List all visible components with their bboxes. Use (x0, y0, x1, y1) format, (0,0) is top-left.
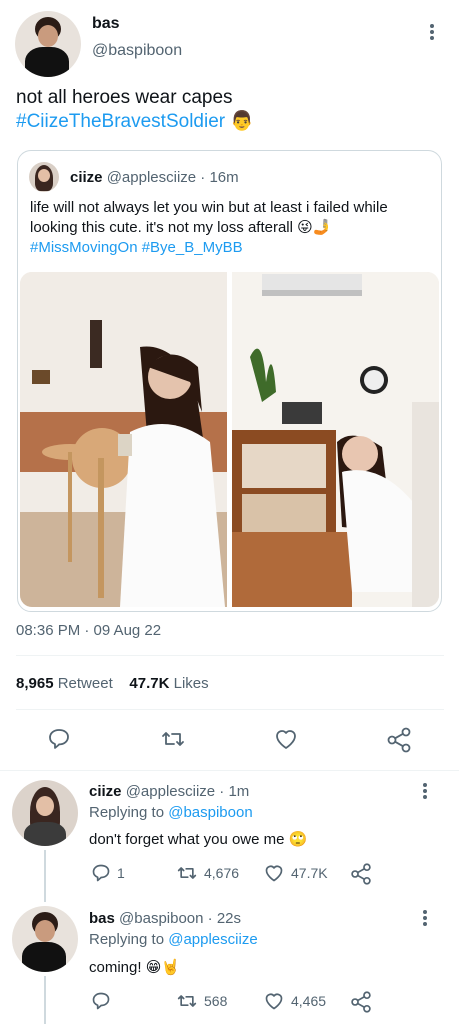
share-icon (387, 727, 411, 753)
share-button[interactable] (386, 727, 412, 753)
tweet-text: not all heroes wear capes #CiizeTheBrave… (16, 86, 446, 134)
reply-avatar[interactable] (12, 906, 78, 972)
quote-photo-2[interactable] (232, 272, 439, 607)
replying-to-handle[interactable]: @applesciize (168, 931, 257, 948)
heart-icon (265, 993, 283, 1010)
quoted-tweet[interactable]: ciize @applesciize · 16m life will not a… (17, 150, 442, 612)
author-name[interactable]: bas (92, 15, 120, 33)
retweet-button[interactable] (160, 727, 186, 751)
quote-text: life will not always let you win but at … (30, 198, 430, 258)
retweet-icon (177, 867, 197, 879)
like-count: 47.7K (291, 865, 328, 881)
share-button[interactable] (350, 863, 372, 885)
hashtag-link[interactable]: #CiizeTheBravestSoldier (16, 111, 225, 132)
quote-avatar[interactable] (29, 162, 59, 192)
reply-header: ciize @applesciize · 1m (89, 783, 249, 800)
retweet-button[interactable]: 4,676 (176, 863, 239, 883)
more-options-icon[interactable] (417, 907, 433, 929)
tweet-emoji: 👨 (230, 111, 255, 132)
engagement-stats: 8,965 Retweet 47.7K Likes (16, 675, 209, 692)
divider (16, 709, 444, 710)
likes-stat[interactable]: 47.7K Likes (129, 675, 208, 692)
tweet-timestamp[interactable]: 08:36 PM · 09 Aug 22 (16, 622, 161, 639)
replying-to: Replying to @baspiboon (89, 804, 253, 821)
thread-line (44, 850, 46, 902)
counter-photo-drawing (232, 272, 439, 607)
retweet-button[interactable]: 568 (176, 991, 227, 1011)
cafe-photo-drawing (20, 272, 227, 607)
more-options-icon[interactable] (424, 21, 440, 43)
heart-icon (276, 730, 296, 749)
quote-handle-time: @applesciize · 16m (106, 169, 239, 186)
quote-header: ciize @applesciize · 16m (70, 169, 239, 186)
retweet-stat[interactable]: 8,965 Retweet (16, 675, 113, 692)
thread-line (44, 976, 46, 1024)
replying-to: Replying to @applesciize (89, 931, 258, 948)
reply-button[interactable]: 1 (91, 863, 125, 883)
author-avatar[interactable] (15, 11, 81, 77)
like-button[interactable] (273, 727, 299, 751)
reply-icon (92, 992, 110, 1010)
quote-photo-1[interactable] (20, 272, 227, 607)
divider (16, 655, 444, 656)
retweet-count: 568 (204, 993, 228, 1009)
reply-text: coming! 😁🤘 (89, 959, 181, 976)
reply-text: don't forget what you owe me 🙄 (89, 831, 308, 848)
reply-name[interactable]: bas (89, 910, 115, 927)
quote-body: life will not always let you win but at … (30, 199, 388, 236)
reply-name[interactable]: ciize (89, 783, 122, 800)
retweet-icon (162, 732, 184, 746)
reply-handle-time: @applesciize · 1m (125, 783, 250, 800)
like-button[interactable]: 4,465 (263, 991, 326, 1011)
more-options-icon[interactable] (417, 780, 433, 802)
retweet-icon (177, 995, 197, 1007)
like-count: 4,465 (291, 993, 327, 1009)
reply-count: 1 (117, 865, 125, 881)
reply-header: bas @baspiboon · 22s (89, 910, 241, 927)
quote-hashtags[interactable]: #MissMovingOn #Bye_B_MyBB (30, 239, 243, 256)
reply-button[interactable] (91, 991, 117, 1011)
tweet-text-line: not all heroes wear capes (16, 87, 233, 108)
heart-icon (265, 865, 283, 882)
reply-handle-time: @baspiboon · 22s (119, 910, 242, 927)
reply-icon (92, 864, 110, 882)
share-button[interactable] (350, 991, 372, 1013)
quote-name[interactable]: ciize (70, 169, 103, 186)
author-handle[interactable]: @baspiboon (92, 42, 182, 60)
reply-button[interactable] (47, 727, 71, 751)
share-icon (351, 863, 371, 885)
reply-icon (49, 729, 69, 749)
divider (0, 770, 459, 771)
reply-avatar[interactable] (12, 780, 78, 846)
retweet-count: 4,676 (204, 865, 240, 881)
share-icon (351, 991, 371, 1013)
replying-to-handle[interactable]: @baspiboon (168, 804, 252, 821)
like-button[interactable]: 47.7K (263, 863, 328, 883)
